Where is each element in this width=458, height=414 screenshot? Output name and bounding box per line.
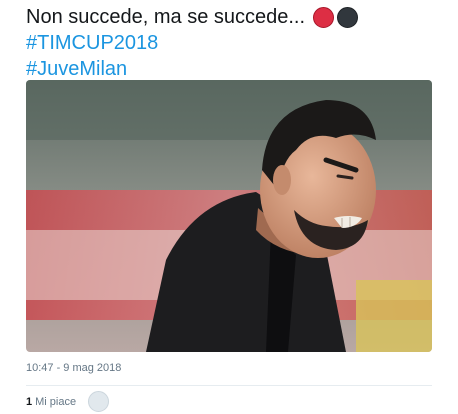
- hashtag-link-juvemilan[interactable]: #JuveMilan: [26, 56, 358, 82]
- red-circle-emoji-icon: [313, 6, 335, 28]
- tweet-text-content: Non succede, ma se succede...: [26, 6, 306, 28]
- photo-illustration: [26, 80, 432, 352]
- tweet-photo[interactable]: [26, 80, 432, 352]
- liker-avatar[interactable]: [88, 391, 109, 412]
- likes-count: 1: [26, 396, 33, 408]
- hashtag-link-timcup2018[interactable]: #TIMCUP2018: [26, 30, 358, 56]
- tweet-text: Non succede, ma se succede... #TIMCUP201…: [26, 4, 359, 82]
- likes-stat[interactable]: 1 Mi piace: [26, 396, 76, 408]
- tweet-timestamp[interactable]: 10:47 - 9 mag 2018: [26, 362, 121, 374]
- tweet-text-line: Non succede, ma se succede...: [26, 4, 359, 30]
- black-circle-emoji-icon: [337, 6, 359, 28]
- likes-label: Mi piace: [35, 396, 77, 408]
- stats-divider: [26, 385, 432, 386]
